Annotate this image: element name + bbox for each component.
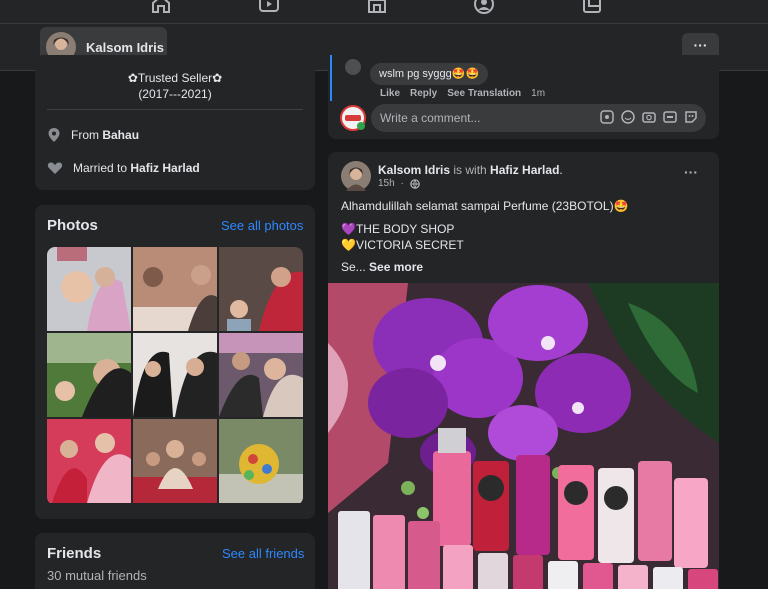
- perfume-photo: [328, 283, 719, 589]
- camera-icon[interactable]: [642, 110, 656, 124]
- from-place-link[interactable]: Bahau: [102, 128, 139, 142]
- watch-icon[interactable]: [258, 0, 280, 14]
- heart-icon: [47, 162, 63, 174]
- globe-icon: [409, 178, 420, 189]
- photo-thumbnail[interactable]: [219, 419, 303, 503]
- post-line-1: Alhamdulillah selamat sampai Perfume (23…: [341, 199, 629, 213]
- comment-tools: [600, 110, 698, 124]
- post-author-name[interactable]: Kalsom Idris: [378, 163, 450, 177]
- avatar-sticker-icon[interactable]: [600, 110, 614, 124]
- photo-thumbnail[interactable]: [47, 419, 131, 503]
- home-icon[interactable]: [150, 0, 172, 14]
- photo-thumbnail[interactable]: [219, 247, 303, 331]
- comment-timestamp[interactable]: 1m: [531, 88, 545, 99]
- truncated-ellipsis: Se...: [341, 260, 370, 274]
- my-avatar: [340, 105, 366, 131]
- gaming-icon[interactable]: [581, 0, 603, 14]
- post-more-button[interactable]: ···: [684, 164, 698, 180]
- photo-thumbnail[interactable]: [133, 247, 217, 331]
- intro-card: ✿Trusted Seller✿ (2017---2021) From Baha…: [35, 55, 315, 190]
- groups-icon[interactable]: [473, 0, 495, 14]
- bio-line-1: ✿Trusted Seller✿: [127, 71, 223, 85]
- window-edge: [0, 589, 768, 593]
- commenter-avatar[interactable]: [345, 59, 361, 75]
- comment-placeholder: Write a comment...: [380, 111, 481, 125]
- meta-separator: ·: [397, 178, 407, 189]
- post-photo[interactable]: [328, 283, 719, 589]
- see-more-link[interactable]: See more: [369, 260, 423, 274]
- from-label: From: [71, 128, 103, 142]
- post-timestamp[interactable]: 15h: [378, 178, 395, 189]
- post-truncated-text: Se... See more: [341, 260, 423, 274]
- emoji-icon[interactable]: [621, 110, 635, 124]
- profile-name: Kalsom Idris: [86, 39, 165, 55]
- post-line-2: 💜THE BODY SHOP: [341, 222, 455, 236]
- like-comment-button[interactable]: Like: [380, 88, 400, 99]
- spouse-link[interactable]: Hafiz Harlad: [130, 161, 199, 175]
- photo-thumbnail[interactable]: [219, 333, 303, 417]
- write-comment-input[interactable]: Write a comment...: [371, 104, 706, 132]
- comment-actions: Like Reply See Translation 1m: [380, 88, 545, 99]
- see-translation-link[interactable]: See Translation: [447, 88, 521, 99]
- post-card: Kalsom Idris is with Hafiz Harlad. 15h ·…: [328, 152, 719, 589]
- married-label: Married to: [73, 161, 131, 175]
- photo-thumbnail[interactable]: [47, 247, 131, 331]
- photo-thumbnail[interactable]: [133, 419, 217, 503]
- location-pin-icon: [48, 128, 60, 142]
- friends-title: Friends: [47, 545, 102, 562]
- photo-thumbnail[interactable]: [47, 333, 131, 417]
- bio-line-2: (2017---2021): [138, 87, 212, 101]
- comment-thread-line: [330, 55, 332, 101]
- sticker-icon[interactable]: [684, 110, 698, 124]
- photos-card: Photos See all photos: [35, 205, 315, 519]
- see-all-photos-link[interactable]: See all photos: [221, 218, 303, 233]
- period: .: [559, 163, 563, 177]
- post-author-avatar[interactable]: [341, 161, 371, 191]
- facebook-profile-page: Kalsom Idris ··· ✿Trusted Seller✿ (2017-…: [0, 0, 768, 589]
- photo-thumbnail[interactable]: [133, 333, 217, 417]
- intro-relationship-row: Married to Hafiz Harlad: [47, 161, 200, 175]
- photos-title: Photos: [47, 217, 98, 234]
- gif-icon[interactable]: [663, 110, 677, 124]
- previous-post-comments: wslm pg syggg🤩🤩 Like Reply See Translati…: [328, 55, 719, 139]
- mutual-friends-count: 30 mutual friends: [47, 568, 147, 583]
- marketplace-icon[interactable]: [366, 0, 388, 14]
- reply-comment-button[interactable]: Reply: [410, 88, 437, 99]
- post-header: Kalsom Idris is with Hafiz Harlad.: [378, 163, 563, 177]
- intro-from-row: From Bahau: [47, 127, 139, 143]
- divider: [47, 109, 303, 110]
- see-all-friends-link[interactable]: See all friends: [222, 546, 304, 561]
- post-meta: 15h ·: [378, 178, 420, 189]
- photo-grid: [47, 247, 303, 505]
- tagged-person-link[interactable]: Hafiz Harlad: [490, 163, 559, 177]
- with-text: is with: [450, 163, 491, 177]
- comment-bubble: wslm pg syggg🤩🤩: [370, 63, 489, 85]
- top-navigation: [0, 0, 768, 24]
- post-line-3: 💛VICTORIA SECRET: [341, 238, 464, 252]
- friends-card: Friends See all friends 30 mutual friend…: [35, 533, 315, 589]
